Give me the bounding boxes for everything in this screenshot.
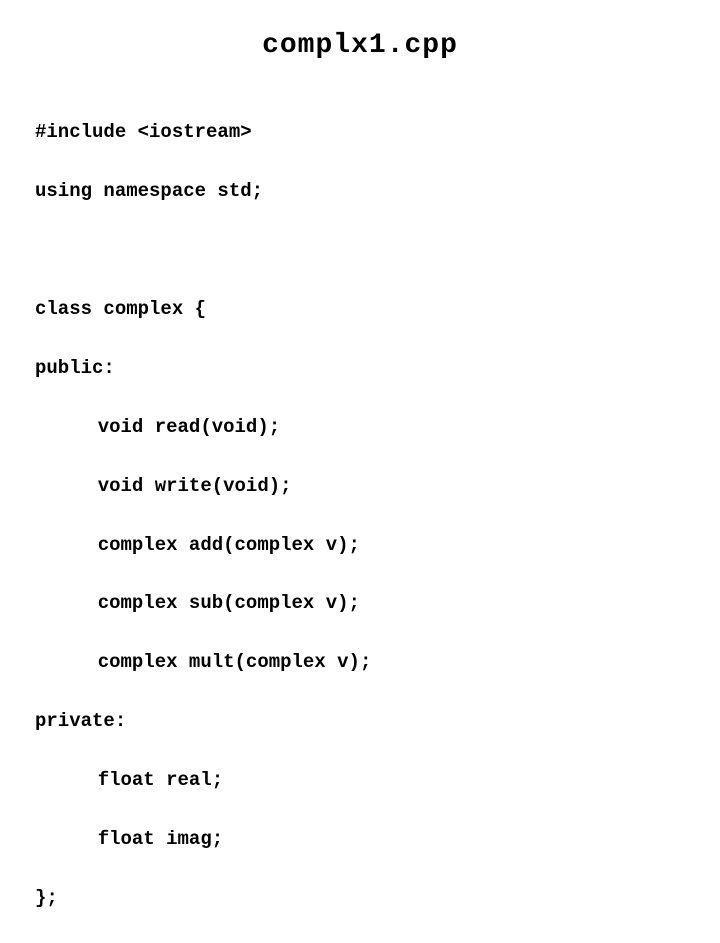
code-line: complex sub(complex v);	[35, 589, 685, 618]
code-line: void write(void);	[35, 472, 685, 501]
code-line: float real;	[35, 766, 685, 795]
code-line: };	[35, 884, 685, 913]
code-line: public:	[35, 354, 685, 383]
code-line: private:	[35, 707, 685, 736]
code-block: #include <iostream> using namespace std;…	[35, 89, 685, 943]
code-line: float imag;	[35, 825, 685, 854]
code-line: complex mult(complex v);	[35, 648, 685, 677]
blank-line	[35, 236, 685, 265]
code-line: void read(void);	[35, 413, 685, 442]
code-line: #include <iostream>	[35, 118, 685, 147]
page-title: complx1.cpp	[35, 30, 685, 61]
code-line: class complex {	[35, 295, 685, 324]
code-line: complex add(complex v);	[35, 531, 685, 560]
code-line: using namespace std;	[35, 177, 685, 206]
